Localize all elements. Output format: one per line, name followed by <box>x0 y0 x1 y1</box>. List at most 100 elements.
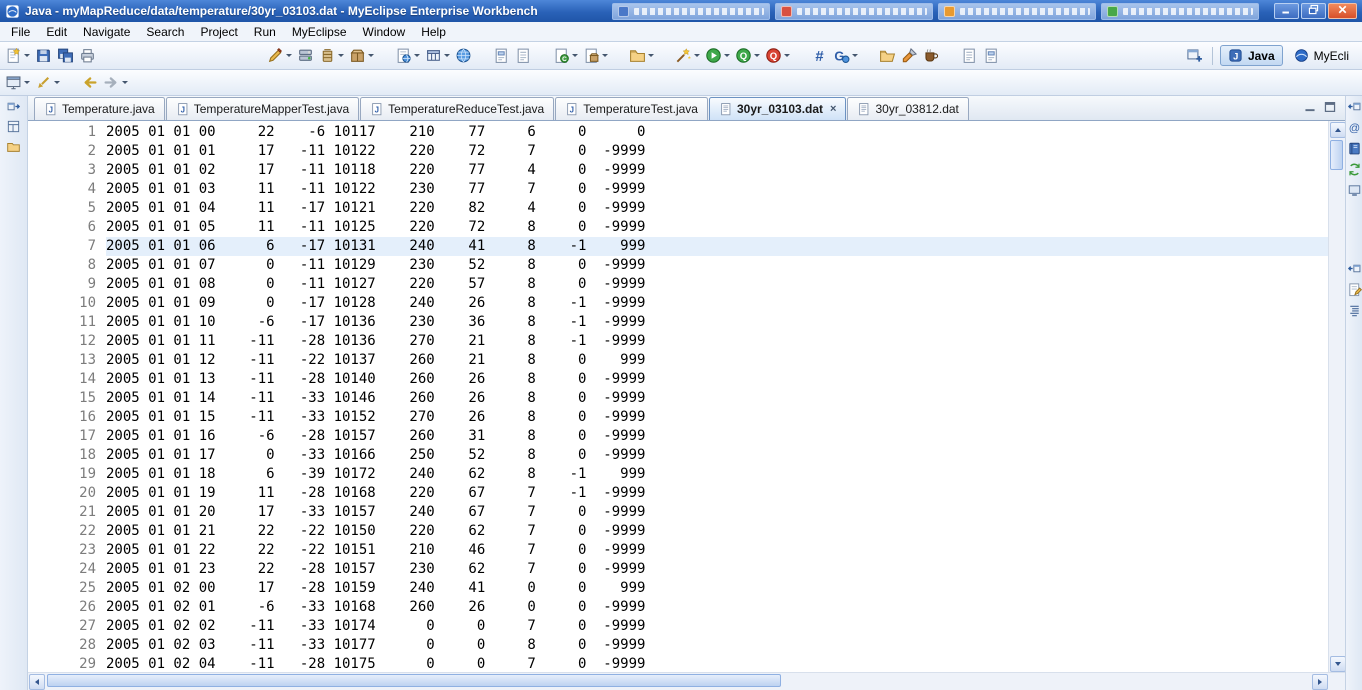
code-line[interactable]: 19 2005 01 01 18 6 -39 10172 240 62 8 -1 … <box>28 465 1328 484</box>
brush-button[interactable] <box>899 45 920 66</box>
code-line[interactable]: 4 2005 01 01 03 11 -11 10122 230 77 7 0 -… <box>28 180 1328 199</box>
menu-project[interactable]: Project <box>192 23 245 41</box>
save-button[interactable] <box>33 45 54 66</box>
code-line[interactable]: 12 2005 01 01 11 -11 -28 10136 270 21 8 -… <box>28 332 1328 351</box>
code-line[interactable]: 2 2005 01 01 01 17 -11 10122 220 72 7 0 -… <box>28 142 1328 161</box>
minimize-view-button[interactable] <box>1301 99 1319 117</box>
titlebar-task-pill-4[interactable] <box>1101 2 1259 20</box>
run-server-button[interactable]: Q <box>733 45 762 66</box>
globe-button[interactable] <box>453 45 474 66</box>
code-line[interactable]: 21 2005 01 01 20 17 -33 10157 240 67 7 0 … <box>28 503 1328 522</box>
new-doc-button[interactable] <box>3 45 32 66</box>
code-line[interactable]: 16 2005 01 01 15 -11 -33 10152 270 26 8 0… <box>28 408 1328 427</box>
restore-r-button[interactable] <box>1345 99 1362 116</box>
sync-button[interactable] <box>1345 162 1362 179</box>
jar-button[interactable] <box>317 45 346 66</box>
console-run-button[interactable] <box>3 72 32 93</box>
tab-TemperatureTest.java[interactable]: J TemperatureTest.java <box>555 97 708 120</box>
layout-button[interactable] <box>5 119 23 136</box>
code-line[interactable]: 8 2005 01 01 07 0 -11 10129 230 52 8 0 -9… <box>28 256 1328 275</box>
coffee-button[interactable] <box>921 45 942 66</box>
wiz-pkg-button[interactable] <box>581 45 610 66</box>
tab-30yr_03812.dat[interactable]: 30yr_03812.dat <box>847 97 969 120</box>
at-button[interactable]: @ <box>1345 120 1362 137</box>
scroll-right-button[interactable] <box>1311 673 1328 690</box>
menu-navigate[interactable]: Navigate <box>75 23 138 41</box>
save-all-button[interactable] <box>55 45 76 66</box>
code-line[interactable]: 29 2005 01 02 04 -11 -28 10175 0 0 7 0 -9… <box>28 655 1328 672</box>
titlebar-task-pill-3[interactable] <box>938 2 1096 20</box>
titlebar-task-pill-2[interactable] <box>775 2 933 20</box>
menu-help[interactable]: Help <box>413 23 454 41</box>
snippet-button[interactable] <box>1345 282 1362 299</box>
mark-button[interactable] <box>33 72 62 93</box>
doc2-button[interactable] <box>981 45 1002 66</box>
vertical-scrollbar[interactable] <box>1328 121 1346 672</box>
code-line[interactable]: 24 2005 01 01 23 22 -28 10157 230 62 7 0 … <box>28 560 1328 579</box>
titlebar-task-pill-1[interactable] <box>612 2 770 20</box>
code-line[interactable]: 15 2005 01 01 14 -11 -33 10146 260 26 8 0… <box>28 389 1328 408</box>
code-line[interactable]: 1 2005 01 01 00 22 -6 10117 210 77 6 0 0 <box>28 123 1328 142</box>
perspective-myecli[interactable]: MyEcli <box>1286 45 1357 66</box>
code-line[interactable]: 20 2005 01 01 19 11 -28 10168 220 67 7 -1… <box>28 484 1328 503</box>
webdoc-button[interactable] <box>393 45 422 66</box>
stop-server-button[interactable]: Q <box>763 45 792 66</box>
code-line[interactable]: 11 2005 01 01 10 -6 -17 10136 230 36 8 -1… <box>28 313 1328 332</box>
wiz-class-button[interactable]: C <box>551 45 580 66</box>
tomcat-button[interactable] <box>627 45 656 66</box>
menu-file[interactable]: File <box>3 23 38 41</box>
perspective-java[interactable]: J Java <box>1219 45 1283 66</box>
restore-r-button[interactable] <box>1345 261 1362 278</box>
code-line[interactable]: 14 2005 01 01 13 -11 -28 10140 260 26 8 0… <box>28 370 1328 389</box>
server-button[interactable] <box>295 45 316 66</box>
code-line[interactable]: 13 2005 01 01 12 -11 -22 10137 260 21 8 0… <box>28 351 1328 370</box>
restore-l-button[interactable] <box>5 99 23 116</box>
back-button[interactable] <box>79 72 100 93</box>
code-line[interactable]: 22 2005 01 01 21 22 -22 10150 220 62 7 0 … <box>28 522 1328 541</box>
gweb-button[interactable]: G <box>831 45 860 66</box>
doc1-button[interactable] <box>513 45 534 66</box>
scroll-down-button[interactable] <box>1329 655 1346 672</box>
book-button[interactable] <box>1345 141 1362 158</box>
code-line[interactable]: 6 2005 01 01 05 11 -11 10125 220 72 8 0 -… <box>28 218 1328 237</box>
menu-window[interactable]: Window <box>355 23 414 41</box>
window-restore-button[interactable] <box>1301 3 1326 19</box>
tab-close-icon[interactable]: × <box>830 103 836 115</box>
menu-search[interactable]: Search <box>138 23 192 41</box>
code-line[interactable]: 9 2005 01 01 08 0 -11 10127 220 57 8 0 -9… <box>28 275 1328 294</box>
grid-button[interactable]: # <box>809 45 830 66</box>
code-line[interactable]: 7 2005 01 01 06 6 -17 10131 240 41 8 -1 9… <box>28 237 1328 256</box>
code-line[interactable]: 27 2005 01 02 02 -11 -33 10174 0 0 7 0 -9… <box>28 617 1328 636</box>
doc1-button[interactable] <box>959 45 980 66</box>
outline-button[interactable] <box>1345 303 1362 320</box>
code-line[interactable]: 18 2005 01 01 17 0 -33 10166 250 52 8 0 -… <box>28 446 1328 465</box>
code-line[interactable]: 3 2005 01 01 02 17 -11 10118 220 77 4 0 -… <box>28 161 1328 180</box>
code-line[interactable]: 25 2005 01 02 00 17 -28 10159 240 41 0 0 … <box>28 579 1328 598</box>
code-line[interactable]: 28 2005 01 02 03 -11 -33 10177 0 0 8 0 -9… <box>28 636 1328 655</box>
code-line[interactable]: 26 2005 01 02 01 -6 -33 10168 260 26 0 0 … <box>28 598 1328 617</box>
doc2-button[interactable] <box>491 45 512 66</box>
menu-run[interactable]: Run <box>246 23 284 41</box>
tab-TemperatureReduceTest.java[interactable]: J TemperatureReduceTest.java <box>360 97 555 120</box>
package-button[interactable] <box>347 45 376 66</box>
tab-Temperature.java[interactable]: J Temperature.java <box>34 97 165 120</box>
table-button[interactable] <box>423 45 452 66</box>
vertical-scroll-track[interactable] <box>1329 138 1345 655</box>
code-line[interactable]: 17 2005 01 01 16 -6 -28 10157 260 31 8 0 … <box>28 427 1328 446</box>
horizontal-scrollbar[interactable] <box>28 673 1328 690</box>
open-perspective-button[interactable] <box>1184 45 1205 66</box>
code-line[interactable]: 10 2005 01 01 09 0 -17 10128 240 26 8 -1 … <box>28 294 1328 313</box>
window-minimize-button[interactable] <box>1274 3 1299 19</box>
code-area[interactable]: 1 2005 01 01 00 22 -6 10117 210 77 6 0 0 2… <box>28 121 1328 672</box>
window-close-button[interactable] <box>1328 3 1357 19</box>
run-button[interactable] <box>703 45 732 66</box>
print-button[interactable] <box>77 45 98 66</box>
folder-button[interactable] <box>5 139 23 156</box>
wand-button[interactable] <box>673 45 702 66</box>
maximize-view-button[interactable] <box>1321 99 1339 117</box>
code-line[interactable]: 5 2005 01 01 04 11 -17 10121 220 82 4 0 -… <box>28 199 1328 218</box>
code-line[interactable]: 23 2005 01 01 22 22 -22 10151 210 46 7 0 … <box>28 541 1328 560</box>
tab-TemperatureMapperTest.java[interactable]: J TemperatureMapperTest.java <box>165 97 360 120</box>
monitor-button[interactable] <box>1345 183 1362 200</box>
fwd-button[interactable] <box>101 72 130 93</box>
